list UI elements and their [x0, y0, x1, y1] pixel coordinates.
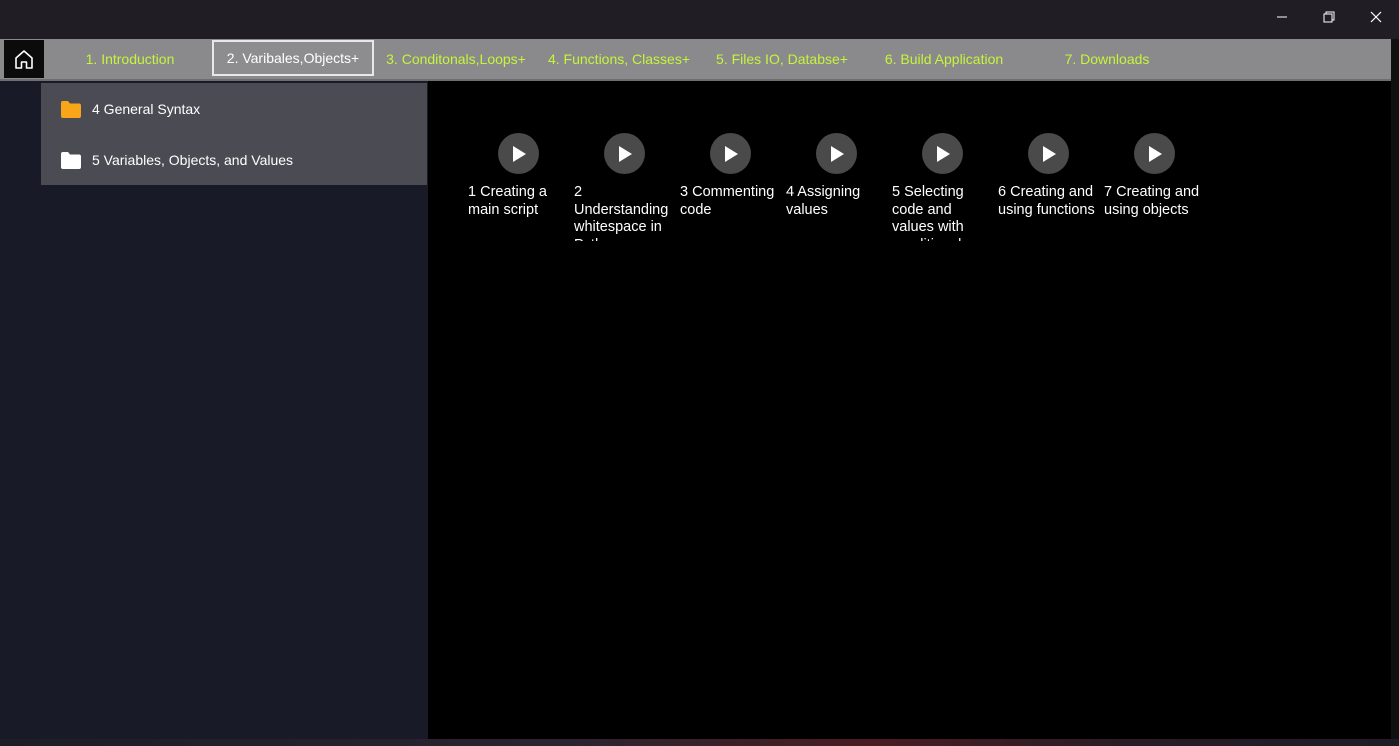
window-controls [1258, 0, 1399, 33]
tab-files-databases[interactable]: 5. Files IO, Databse+ [706, 39, 858, 79]
play-icon [936, 145, 950, 162]
play-icon [1042, 145, 1056, 162]
play-button[interactable] [922, 133, 963, 174]
play-icon [1148, 145, 1162, 162]
tab-conditionals-loops[interactable]: 3. Conditonals,Loops+ [380, 39, 532, 79]
tab-downloads[interactable]: 7. Downloads [1036, 39, 1178, 79]
folder-icon [61, 100, 81, 118]
tab-build-application[interactable]: 6. Build Application [868, 39, 1020, 79]
video-title: 2 Understanding whitespace in Python [574, 184, 669, 241]
play-icon [724, 145, 738, 162]
video-item[interactable]: 4 Assigning values [786, 133, 884, 241]
nav-bar: 1. Introduction 2. Varibales,Objects+ 3.… [0, 39, 1391, 81]
video-title: 4 Assigning values [786, 184, 861, 218]
video-item[interactable]: 7 Creating and using objects [1104, 133, 1202, 241]
restore-button[interactable] [1305, 0, 1352, 33]
title-bar [0, 0, 1399, 39]
play-button[interactable] [604, 133, 645, 174]
close-button[interactable] [1352, 0, 1399, 33]
video-item[interactable]: 2 Understanding whitespace in Python [574, 133, 672, 241]
folder-item-general-syntax[interactable]: 4 General Syntax [41, 96, 200, 122]
play-button[interactable] [816, 133, 857, 174]
window-bottom-edge [0, 739, 1399, 746]
tab-introduction[interactable]: 1. Introduction [56, 39, 204, 79]
tab-variables-objects[interactable]: 2. Varibales,Objects+ [212, 40, 374, 76]
window-right-edge [1391, 39, 1399, 739]
folder-list: 4 General Syntax 5 Variables, Objects, a… [41, 83, 427, 185]
video-title: 1 Creating a main script [468, 184, 547, 218]
play-button[interactable] [1028, 133, 1069, 174]
play-icon [512, 145, 526, 162]
folder-label: 4 General Syntax [92, 101, 201, 117]
folder-item-variables-objects-values[interactable]: 5 Variables, Objects, and Values [41, 147, 293, 173]
folder-label: 5 Variables, Objects, and Values [92, 152, 294, 168]
play-button[interactable] [710, 133, 751, 174]
folder-icon [61, 151, 81, 169]
play-button[interactable] [1134, 133, 1175, 174]
video-title: 7 Creating and using objects [1104, 184, 1200, 218]
tab-functions-classes[interactable]: 4. Functions, Classes+ [540, 39, 698, 79]
video-item[interactable]: 5 Selecting code and values with conditi… [892, 133, 990, 241]
video-panel: 1 Creating a main script 2 Understanding… [428, 81, 1391, 739]
sidebar: 4 General Syntax 5 Variables, Objects, a… [0, 81, 428, 739]
video-title: 6 Creating and using functions [998, 184, 1095, 218]
play-icon [830, 145, 844, 162]
video-title: 5 Selecting code and values with conditi… [892, 184, 969, 241]
video-item[interactable]: 6 Creating and using functions [998, 133, 1096, 241]
minimize-button[interactable] [1258, 0, 1305, 33]
close-icon [1370, 11, 1381, 22]
restore-icon [1323, 11, 1334, 22]
video-item[interactable]: 3 Commenting code [680, 133, 778, 241]
home-button[interactable] [4, 40, 44, 78]
app-window: 1. Introduction 2. Varibales,Objects+ 3.… [0, 0, 1399, 746]
video-item[interactable]: 1 Creating a main script [468, 133, 566, 241]
home-icon [15, 50, 33, 69]
video-title: 3 Commenting code [680, 184, 775, 218]
play-icon [618, 145, 632, 162]
minimize-icon [1276, 16, 1287, 17]
play-button[interactable] [498, 133, 539, 174]
